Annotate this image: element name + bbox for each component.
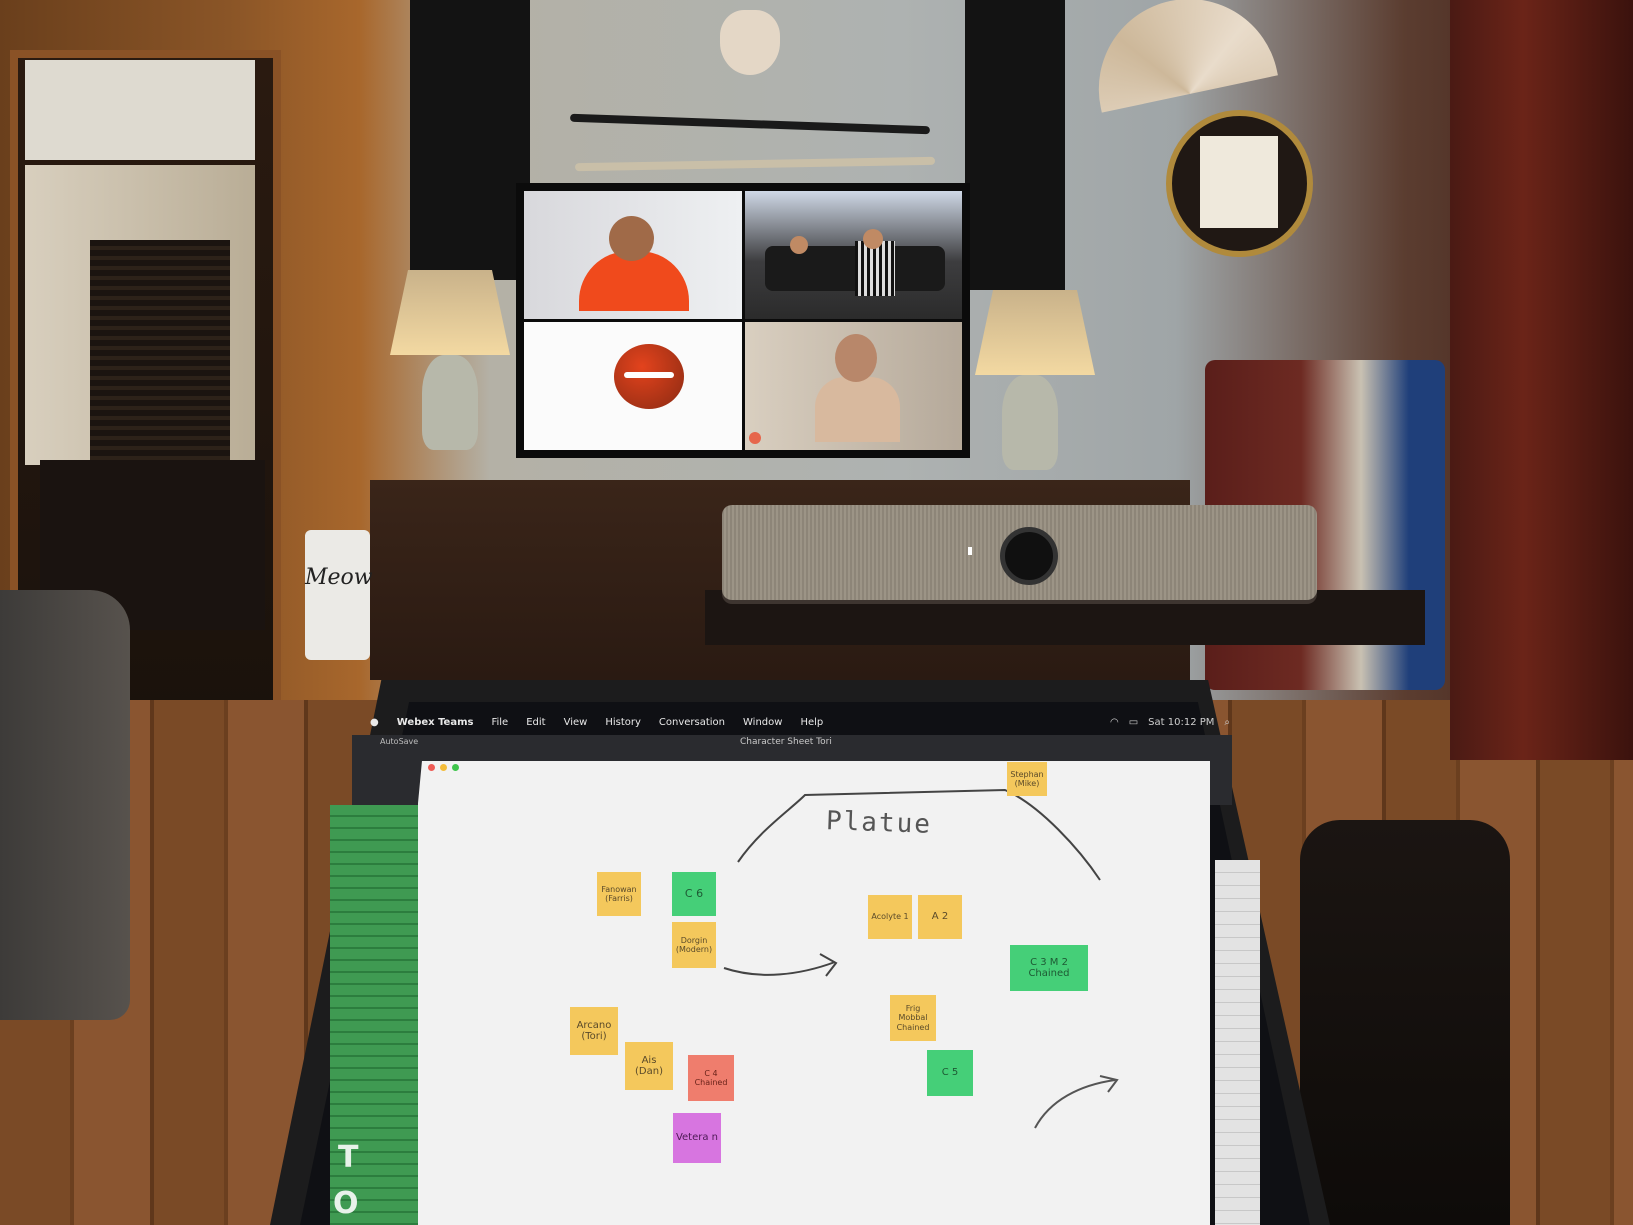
sticky-note[interactable]: A 2 [918, 895, 962, 939]
sticky-note[interactable]: Acolyte 1 [868, 895, 912, 939]
sticky-note[interactable]: Frig Mobbal Chained [890, 995, 936, 1041]
sticky-note[interactable]: Fanowan (Farris) [597, 872, 641, 916]
sticky-note[interactable]: Vetera n [673, 1113, 721, 1163]
arrow-stroke-left [723, 953, 838, 977]
sticky-note[interactable]: C 6 [672, 872, 716, 916]
arrow-stroke-right [1034, 1075, 1119, 1129]
sticky-note[interactable]: Ais (Dan) [625, 1042, 673, 1090]
whiteboard-heading: Platue [825, 806, 933, 840]
sticky-note[interactable]: Stephan (Mike) [1007, 762, 1047, 796]
sticky-note[interactable]: C 4 Chained [688, 1055, 734, 1101]
sticky-note[interactable]: Dorgin (Modern) [672, 922, 716, 968]
photo-scene: Meow ● Webex Teams File Edit View Histor… [0, 0, 1633, 1225]
whiteboard-drawings [723, 788, 1119, 1129]
sticky-note[interactable]: Arcano (Tori) [570, 1007, 618, 1055]
sticky-note[interactable]: C 3 M 2 Chained [1010, 945, 1088, 991]
sticky-note[interactable]: C 5 [927, 1050, 973, 1096]
